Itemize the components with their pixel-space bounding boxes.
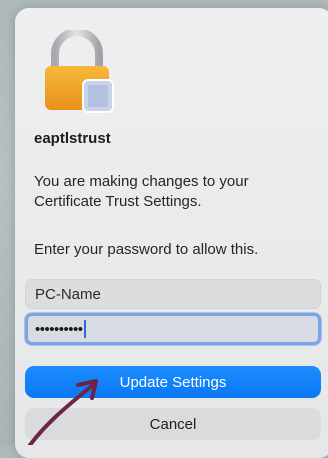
cancel-button[interactable]: Cancel (25, 408, 321, 440)
username-value: PC-Name (35, 285, 101, 303)
authentication-dialog: eaptlstrust You are making changes to yo… (15, 8, 328, 458)
app-name: eaptlstrust (34, 130, 111, 147)
password-field[interactable]: •••••••••• (25, 313, 321, 345)
lock-icon (45, 30, 114, 113)
dialog-instruction: Enter your password to allow this. (34, 241, 259, 258)
username-field[interactable]: PC-Name (25, 279, 321, 309)
password-value: •••••••••• (35, 320, 83, 338)
update-settings-button[interactable]: Update Settings (25, 366, 321, 398)
text-caret (83, 320, 86, 338)
dialog-message: You are making changes to your Certifica… (34, 173, 249, 210)
